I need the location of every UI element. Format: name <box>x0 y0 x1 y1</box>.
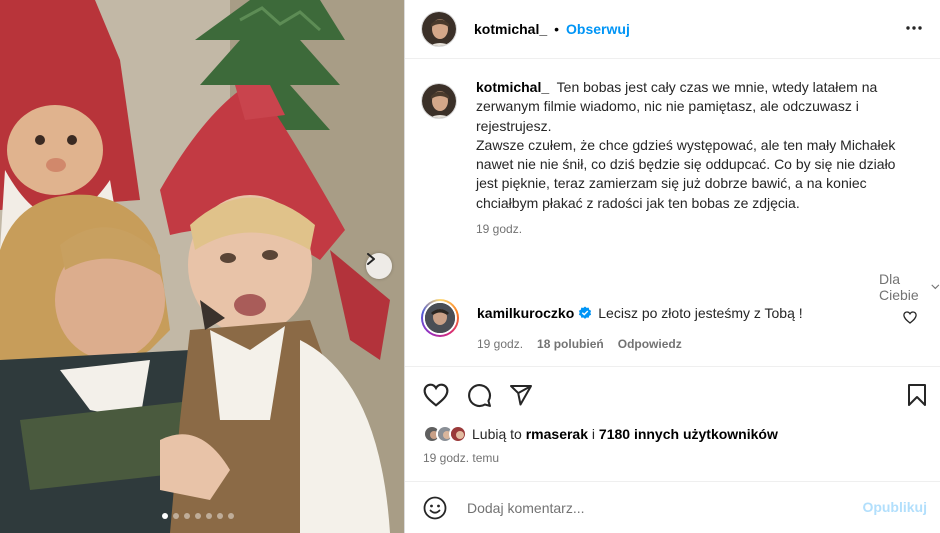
comment-meta: 19 godz. 18 polubień Odpowiedz <box>477 337 803 351</box>
share-button[interactable] <box>509 383 533 412</box>
separator-dot: • <box>554 21 560 37</box>
add-comment-bar: Opublikuj <box>405 481 940 533</box>
carousel-dot <box>228 513 234 519</box>
comment-bubble-icon <box>468 384 491 407</box>
post-caption: kotmichal_ Ten bobas jest cały czas we m… <box>421 78 926 236</box>
post-timestamp[interactable]: 19 godz. temu <box>423 451 499 465</box>
comment-button[interactable] <box>467 383 492 413</box>
comment-text: Lecisz po złoto jesteśmy z Tobą ! <box>598 305 803 321</box>
liker-avatar-3 <box>449 425 467 443</box>
paper-plane-icon <box>510 385 532 406</box>
save-button[interactable] <box>907 383 927 412</box>
comment-body: kamilkuroczko Lecisz po złoto jesteśmy z… <box>477 299 803 351</box>
caption-avatar-image <box>422 84 456 118</box>
caption-author-avatar[interactable] <box>421 83 457 119</box>
post-side-panel: kotmichal_ • Obserwuj kotmichal_ Ten bob… <box>404 0 940 533</box>
heart-outline-icon <box>903 311 917 324</box>
comment-likes-count[interactable]: 18 polubień <box>537 337 604 351</box>
add-comment-input[interactable] <box>467 499 847 516</box>
carousel-dot <box>173 513 179 519</box>
more-options-button[interactable] <box>905 19 923 42</box>
heart-icon <box>423 383 449 407</box>
commenter-avatar[interactable] <box>421 299 459 337</box>
carousel-dot <box>162 513 168 519</box>
carousel-dot <box>217 513 223 519</box>
likes-prefix: Lubią to <box>472 426 522 442</box>
photo-illustration <box>0 0 404 533</box>
bookmark-icon <box>908 384 926 406</box>
caption-text: kotmichal_ Ten bobas jest cały czas we m… <box>476 78 906 213</box>
author-avatar-image <box>422 12 456 46</box>
follow-button[interactable]: Obserwuj <box>566 21 630 37</box>
comment-reply-button[interactable]: Odpowiedz <box>618 337 682 351</box>
likes-text: Lubią to rmaserak i 7180 innych użytkown… <box>472 426 778 442</box>
comment-line: kamilkuroczko Lecisz po złoto jesteśmy z… <box>477 305 803 321</box>
author-username[interactable]: kotmichal_ <box>474 21 547 37</box>
commenter-username[interactable]: kamilkuroczko <box>477 305 574 321</box>
comment-timestamp[interactable]: 19 godz. <box>477 337 523 351</box>
caption-body: kotmichal_ Ten bobas jest cały czas we m… <box>476 78 906 236</box>
chevron-right-icon <box>367 253 375 265</box>
chevron-down-icon <box>931 284 940 290</box>
verified-badge-icon <box>578 306 592 320</box>
comment-like-button[interactable] <box>903 311 917 329</box>
other-likers-link[interactable]: 7180 innych użytkowników <box>599 426 778 442</box>
commenter-photo <box>425 303 455 333</box>
carousel-dot <box>195 513 201 519</box>
carousel-dot <box>206 513 212 519</box>
caption-username[interactable]: kotmichal_ <box>476 79 549 95</box>
carousel-indicator <box>162 513 234 519</box>
instagram-post-view: kotmichal_ • Obserwuj kotmichal_ Ten bob… <box>0 0 940 533</box>
caption-timestamp[interactable]: 19 godz. <box>476 222 906 236</box>
emoji-icon[interactable] <box>423 496 447 520</box>
likes-summary: Lubią to rmaserak i 7180 innych użytkown… <box>423 425 778 443</box>
carousel-dot <box>184 513 190 519</box>
next-photo-button[interactable] <box>366 253 392 279</box>
post-actions-bar <box>405 366 940 424</box>
liker-username[interactable]: rmaserak <box>526 426 588 442</box>
author-avatar[interactable] <box>421 11 457 47</box>
comment-item: kamilkuroczko Lecisz po złoto jesteśmy z… <box>421 299 926 351</box>
likes-conjunction: i <box>591 426 596 442</box>
publish-button[interactable]: Opublikuj <box>862 499 927 515</box>
post-photo[interactable] <box>0 0 404 533</box>
commenter-avatar-image <box>423 301 457 335</box>
like-button[interactable] <box>423 383 449 412</box>
post-header: kotmichal_ • Obserwuj <box>405 0 940 59</box>
more-horizontal-icon <box>906 26 922 30</box>
caption-paragraph-2: Zawsze czułem, że chce gdzieś występować… <box>476 136 896 211</box>
